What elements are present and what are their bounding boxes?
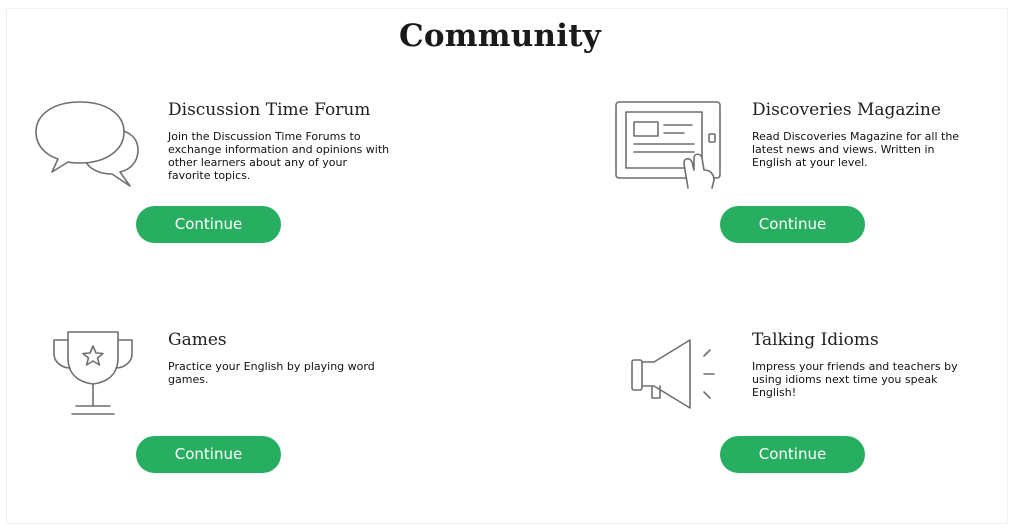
card-games: Games Practice your English by playing w… bbox=[6, 330, 486, 530]
card-discussion-forum: Discussion Time Forum Join the Discussio… bbox=[6, 100, 486, 300]
games-continue-button[interactable]: Continue bbox=[136, 436, 281, 473]
card-talking-idioms: Talking Idioms Impress your friends and … bbox=[590, 330, 1014, 530]
megaphone-icon bbox=[630, 336, 722, 412]
magazine-continue-button[interactable]: Continue bbox=[720, 206, 865, 243]
speech-bubbles-icon bbox=[34, 100, 146, 188]
magazine-description: Read Discoveries Magazine for all the la… bbox=[752, 130, 960, 169]
card-discoveries-magazine: Discoveries Magazine Read Discoveries Ma… bbox=[590, 100, 1014, 300]
tablet-touch-icon bbox=[614, 100, 724, 192]
games-title: Games bbox=[168, 330, 227, 350]
magazine-title: Discoveries Magazine bbox=[752, 100, 941, 120]
idioms-description: Impress your friends and teachers by usi… bbox=[752, 360, 958, 399]
forum-title: Discussion Time Forum bbox=[168, 100, 371, 120]
idioms-continue-button[interactable]: Continue bbox=[720, 436, 865, 473]
forum-continue-button[interactable]: Continue bbox=[136, 206, 281, 243]
games-description: Practice your English by playing word ga… bbox=[168, 360, 375, 386]
idioms-title: Talking Idioms bbox=[752, 330, 879, 350]
forum-description: Join the Discussion Time Forums to excha… bbox=[168, 130, 390, 182]
page-title: Community bbox=[399, 18, 601, 54]
trophy-icon bbox=[50, 330, 136, 420]
